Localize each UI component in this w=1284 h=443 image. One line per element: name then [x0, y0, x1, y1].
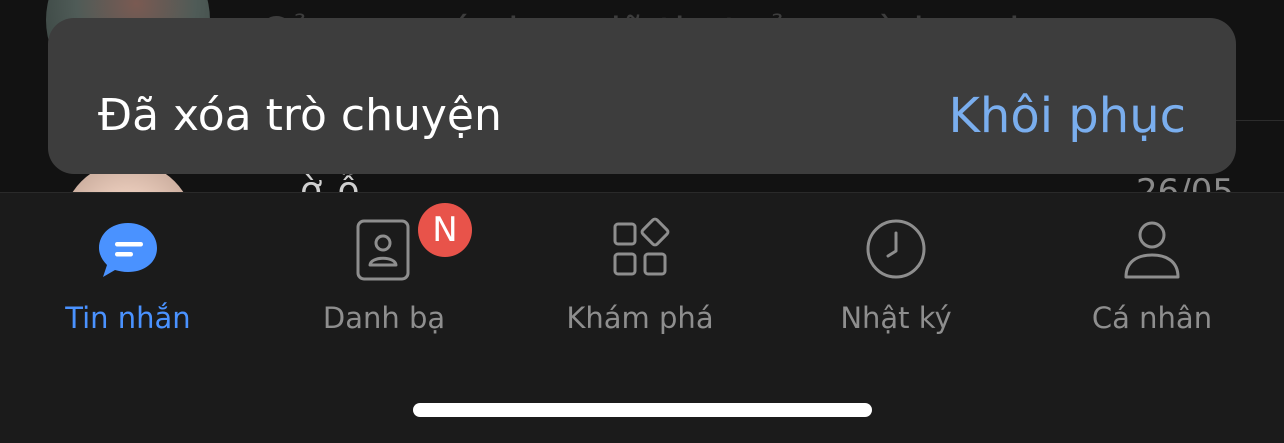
toast-message: Đã xóa trò chuyện: [98, 90, 502, 141]
tab-label: Cá nhân: [1091, 301, 1213, 335]
chat-date-text: 26/05: [1136, 172, 1234, 192]
tab-label: Nhật ký: [840, 301, 952, 335]
chat-bubble-icon: [99, 223, 157, 277]
tab-discover[interactable]: Khám phá: [512, 193, 768, 363]
tab-contacts[interactable]: Danh bạ: [256, 193, 512, 363]
clock-icon: [866, 219, 926, 279]
tab-timeline[interactable]: Nhật ký: [768, 193, 1024, 363]
grid-apps-icon: [613, 217, 670, 276]
notification-badge: N: [418, 203, 472, 257]
home-indicator[interactable]: [413, 403, 872, 417]
person-icon: [1124, 221, 1180, 279]
tab-label: Tin nhắn: [65, 301, 191, 335]
tab-label: Khám phá: [566, 301, 714, 335]
tab-label: Danh bạ: [322, 301, 446, 335]
tab-messages[interactable]: Tin nhắn: [0, 193, 256, 363]
tab-profile[interactable]: Cá nhân: [1024, 193, 1280, 363]
undo-toast: Đã xóa trò chuyện Khôi phục: [48, 18, 1236, 174]
restore-button[interactable]: Khôi phục: [948, 88, 1186, 144]
contact-book-icon: [356, 219, 410, 281]
